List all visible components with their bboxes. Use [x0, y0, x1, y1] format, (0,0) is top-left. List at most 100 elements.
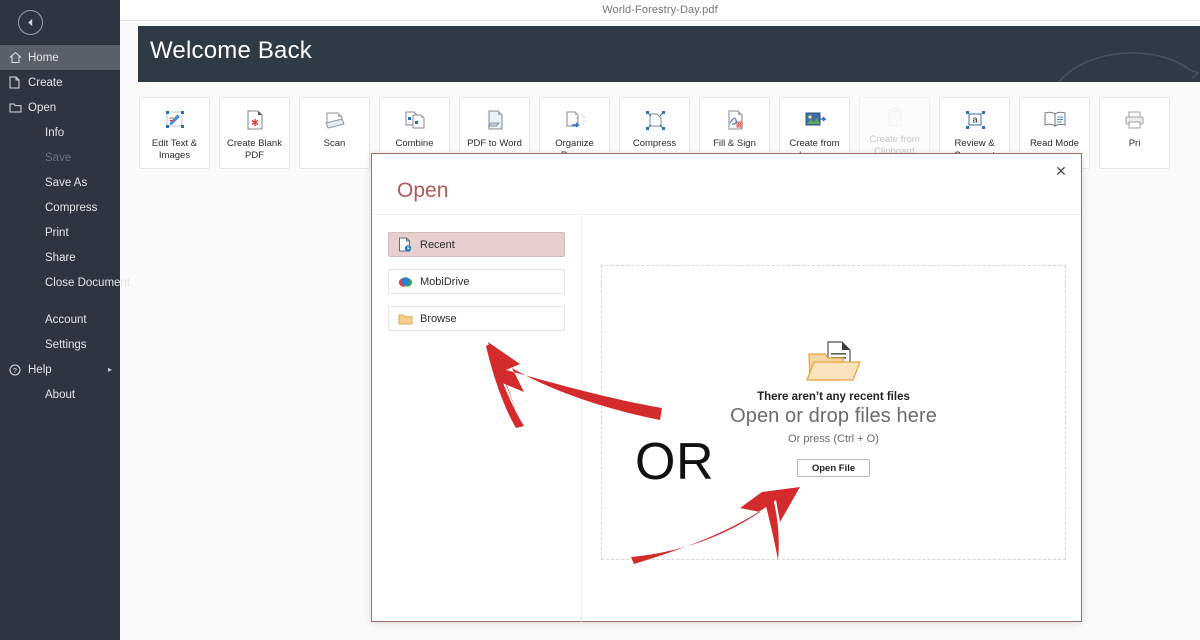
page-icon [9, 76, 26, 90]
place-item-recent[interactable]: Recent [388, 232, 565, 257]
page-icon [9, 76, 20, 89]
sidebar-item-info[interactable]: Info [0, 120, 120, 145]
edit-text-images-icon [165, 111, 184, 128]
organize-pages-icon [563, 107, 587, 133]
sidebar-item-help[interactable]: ? Help ▸ [0, 357, 120, 382]
open-file-button[interactable]: Open File [797, 459, 870, 477]
combine-icon [403, 107, 427, 133]
folder-icon [9, 103, 22, 113]
sidebar-item-label: Settings [45, 338, 87, 351]
no-icon [9, 251, 26, 265]
tool-card-label: Combine [395, 138, 434, 149]
no-icon [9, 201, 26, 215]
drop-zone[interactable]: There aren’t any recent files Open or dr… [601, 265, 1066, 560]
tool-card-create-blank-pdf[interactable]: Create Blank PDF [219, 97, 290, 169]
no-icon [9, 151, 26, 165]
close-icon[interactable]: ✕ [1049, 160, 1073, 182]
read-mode-icon [1042, 107, 1068, 133]
folder-icon [9, 101, 26, 115]
compress-icon [643, 107, 667, 133]
svg-text:?: ? [13, 367, 17, 374]
places-list: Recent MobiDrive Browse [388, 232, 565, 343]
sidebar-item-settings[interactable]: Settings [0, 332, 120, 357]
page-title: Welcome Back [150, 37, 313, 64]
back-button-wrapper [0, 0, 120, 45]
back-button[interactable] [18, 10, 43, 35]
sidebar-item-label: Info [45, 126, 65, 139]
title-bar: World-Forestry-Day.pdf [120, 0, 1200, 21]
no-icon [9, 276, 26, 290]
mobidrive-icon [398, 276, 413, 287]
sidebar-item-label: About [45, 388, 76, 401]
arrow-left-icon [28, 18, 33, 27]
combine-icon [405, 111, 424, 129]
tool-card-scan[interactable]: Scan [299, 97, 370, 169]
dropzone-headline: Open or drop files here [730, 405, 937, 427]
sidebar-item-print[interactable]: Print [0, 220, 120, 245]
sidebar-item-share[interactable]: Share [0, 245, 120, 270]
sidebar: Home Create Open Info Save Save As Compress Pri… [0, 0, 130, 640]
sidebar-item-create[interactable]: Create [0, 70, 120, 95]
sidebar-item-label: Home [28, 51, 59, 64]
banner-decoration [1058, 52, 1200, 82]
tool-card-label: Fill & Sign [713, 138, 756, 149]
mobidrive-icon [398, 276, 420, 288]
folder-icon [398, 314, 413, 324]
help-circle-icon: ? [9, 364, 21, 375]
place-item-browse[interactable]: Browse [388, 306, 565, 331]
sidebar-item-account[interactable]: Account [0, 307, 120, 332]
dialog-title: Open [397, 179, 449, 202]
sidebar-item-about[interactable]: About [0, 382, 120, 407]
tool-card-edit-text-images[interactable]: Edit Text & Images [139, 97, 210, 169]
home-icon [9, 51, 22, 63]
sidebar-item-label: Share [45, 251, 76, 264]
scan-icon [323, 107, 347, 133]
sidebar-item-label: Help [28, 363, 52, 376]
sidebar-nav: Home Create Open Info Save Save As Compress Pri… [0, 45, 130, 407]
application-window: World-Forestry-Day.pdf Home Create Open Inf… [0, 0, 1200, 640]
tool-card-label: Pri [1128, 138, 1141, 149]
sidebar-item-label: Close Document [45, 276, 131, 289]
pdf-to-word-icon [487, 110, 502, 130]
dialog-vertical-divider [581, 214, 582, 623]
place-item-label: MobiDrive [420, 275, 470, 288]
sidebar-item-close-document[interactable]: Close Document [0, 270, 130, 295]
sidebar-item-label: Open [28, 101, 57, 114]
edit-text-images-icon [163, 107, 187, 133]
compress-icon [645, 111, 665, 130]
no-icon [9, 226, 26, 240]
place-item-label: Recent [420, 238, 455, 251]
no-icon [9, 313, 26, 327]
sidebar-item-label: Save [45, 151, 72, 164]
sidebar-item-compress[interactable]: Compress [0, 195, 120, 220]
fill-sign-icon [724, 107, 746, 133]
place-item-label: Browse [420, 312, 457, 325]
pdf-to-word-icon [484, 107, 506, 133]
no-icon [9, 176, 26, 190]
sidebar-item-open[interactable]: Open [0, 95, 120, 120]
sidebar-item-label: Create [28, 76, 63, 89]
print-icon [1125, 111, 1143, 129]
sidebar-item-save-as[interactable]: Save As [0, 170, 120, 195]
review-comment-icon: a [964, 107, 986, 133]
open-folder-document-icon [805, 341, 861, 381]
no-icon [9, 338, 26, 352]
organize-pages-icon [566, 111, 584, 128]
create-from-clipboard-icon [884, 107, 906, 129]
help-circle-icon: ? [9, 363, 26, 377]
document-title: World-Forestry-Day.pdf [602, 4, 718, 16]
create-from-images-icon [803, 107, 827, 133]
print-icon [1124, 107, 1146, 133]
chevron-right-icon: ▸ [107, 364, 112, 374]
no-icon [9, 126, 26, 140]
tool-card-pri[interactable]: Pri [1099, 97, 1170, 169]
create-from-clipboard-icon [888, 108, 901, 127]
tool-card-label: Compress [632, 138, 677, 149]
sidebar-item-label: Compress [45, 201, 98, 214]
dropzone-hint: Or press (Ctrl + O) [788, 433, 879, 445]
place-item-mobidrive[interactable]: MobiDrive [388, 269, 565, 294]
create-from-images-icon [805, 112, 827, 126]
sidebar-item-home[interactable]: Home [0, 45, 120, 70]
read-mode-icon [1044, 111, 1065, 127]
